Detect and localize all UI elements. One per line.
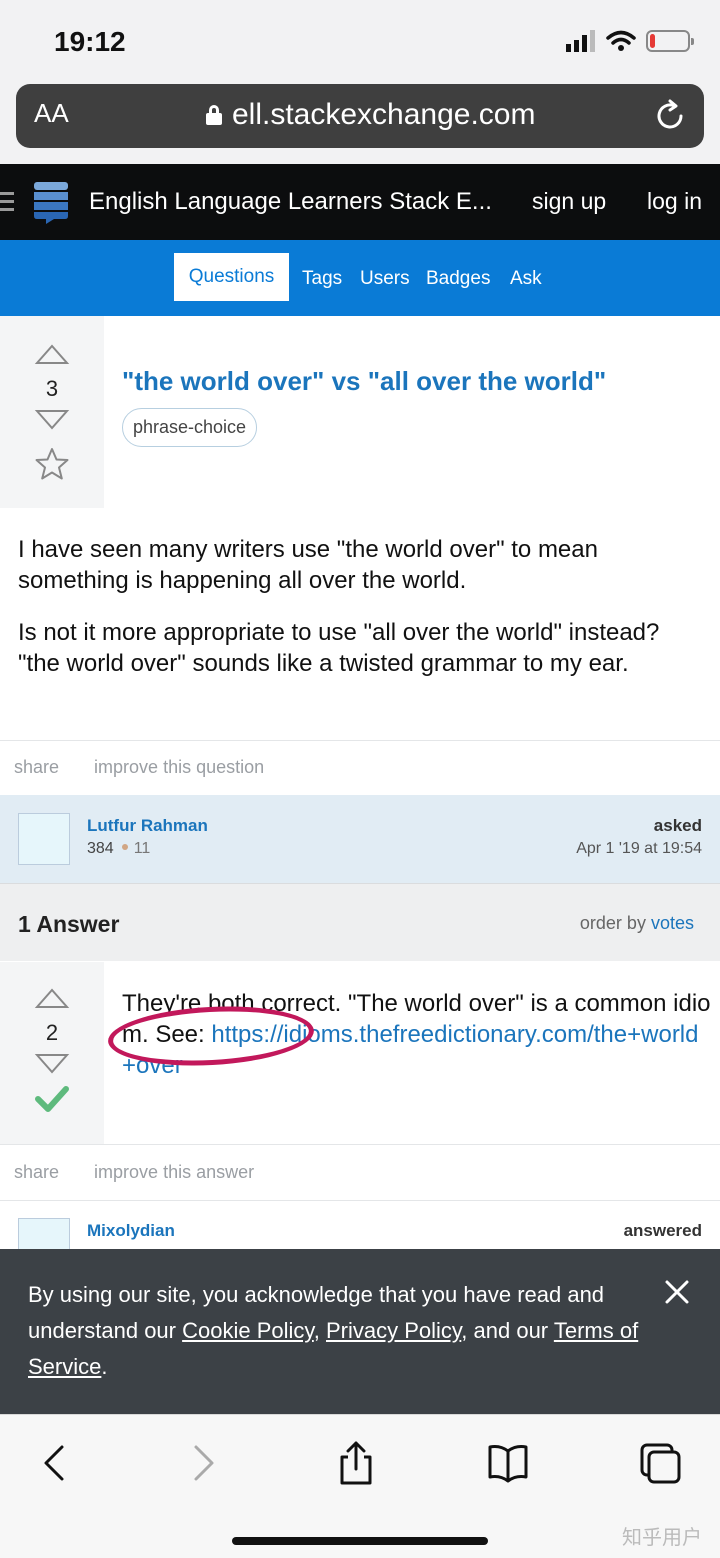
answer-vote-column: 2 <box>0 962 104 1144</box>
answer-vote-count: 2 <box>45 1020 59 1045</box>
divider <box>0 1200 720 1201</box>
address-bar-area: AA ell.stackexchange.com <box>0 82 720 164</box>
asker-card: Lutfur Rahman 384 11 asked Apr 1 '19 at 1… <box>0 795 720 883</box>
sign-up-link[interactable]: sign up <box>532 188 606 215</box>
question-vote-count: 3 <box>45 376 59 401</box>
browser-toolbar: 知乎用户 <box>0 1414 720 1558</box>
answered-label: answered <box>623 1221 702 1240</box>
cellular-signal-icon <box>566 30 595 52</box>
share-answer-link[interactable]: share <box>14 1162 59 1182</box>
answerer-card: Mixolydian answered <box>0 1202 720 1250</box>
question-vote-column: 3 <box>0 316 104 508</box>
order-by: order by votes <box>580 913 694 934</box>
asker-reputation: 384 11 <box>87 840 150 858</box>
status-icons <box>566 30 694 52</box>
forward-icon[interactable] <box>182 1441 226 1485</box>
url-field[interactable]: ell.stackexchange.com <box>206 98 536 132</box>
site-title[interactable]: English Language Learners Stack E... <box>89 188 492 216</box>
answer-actions: share improve this answer <box>14 1162 284 1183</box>
avatar[interactable] <box>18 1218 70 1250</box>
cookie-text: By using our site, you acknowledge that … <box>28 1277 648 1385</box>
question-paragraph: Is not it more appropriate to use "all o… <box>18 619 660 677</box>
asked-date: Apr 1 '19 at 19:54 <box>576 840 702 857</box>
home-indicator[interactable] <box>232 1537 488 1545</box>
avatar[interactable] <box>18 813 70 865</box>
downvote-icon[interactable] <box>34 1052 70 1076</box>
bookmarks-icon[interactable] <box>486 1441 530 1485</box>
order-by-label: order by <box>579 913 646 933</box>
asked-label: asked <box>653 816 702 835</box>
tab-badges[interactable]: Badges <box>426 268 490 290</box>
divider <box>0 740 720 741</box>
tab-tags[interactable]: Tags <box>302 268 342 290</box>
downvote-icon[interactable] <box>34 408 70 432</box>
watermark-text: 知乎用户 <box>622 1527 702 1549</box>
tab-questions[interactable]: Questions <box>174 253 289 301</box>
upvote-icon[interactable] <box>34 342 70 366</box>
battery-level <box>650 34 655 48</box>
order-by-votes-link[interactable]: votes <box>651 913 694 933</box>
back-icon[interactable] <box>32 1441 76 1485</box>
accepted-checkmark-icon <box>35 1086 69 1112</box>
answerer-name[interactable]: Mixolydian <box>87 1221 175 1241</box>
share-icon[interactable] <box>334 1441 378 1485</box>
close-icon[interactable] <box>664 1279 690 1305</box>
question-actions: share improve this question <box>14 757 294 778</box>
upvote-icon[interactable] <box>34 986 70 1010</box>
cookie-policy-link[interactable]: Cookie Policy <box>182 1318 314 1343</box>
lock-icon <box>206 105 222 125</box>
divider <box>0 1144 720 1145</box>
question-paragraph: I have seen many writers use "the world … <box>18 536 598 594</box>
reputation-score: 384 <box>87 840 114 857</box>
cookie-text-sep: , and our <box>461 1318 554 1343</box>
bronze-badge-count: 11 <box>133 840 151 857</box>
improve-answer-link[interactable]: improve this answer <box>94 1162 254 1182</box>
answers-count: 1 Answer <box>18 911 120 937</box>
address-bar[interactable]: AA ell.stackexchange.com <box>16 84 704 148</box>
log-in-link[interactable]: log in <box>647 188 702 215</box>
tag-phrase-choice[interactable]: phrase-choice <box>122 408 258 447</box>
bronze-badge-icon <box>121 844 128 850</box>
improve-question-link[interactable]: improve this question <box>94 757 264 777</box>
question-body: I have seen many writers use "the world … <box>18 534 698 700</box>
tab-ask[interactable]: Ask <box>510 268 542 290</box>
status-time: 19:12 <box>54 26 126 57</box>
tabs-icon[interactable] <box>638 1441 682 1485</box>
asker-name[interactable]: Lutfur Rahman <box>87 816 208 836</box>
cookie-banner: By using our site, you acknowledge that … <box>0 1249 720 1414</box>
reload-icon[interactable] <box>650 96 690 136</box>
text-size-button[interactable]: AA <box>34 98 69 129</box>
site-logo-icon[interactable] <box>32 182 70 224</box>
share-question-link[interactable]: share <box>14 757 59 777</box>
favorite-star-icon[interactable] <box>34 446 70 482</box>
wifi-icon <box>606 30 636 51</box>
menu-icon[interactable] <box>0 192 14 216</box>
status-bar: 19:12 <box>0 0 720 82</box>
question-title[interactable]: "the world over" vs "all over the world" <box>122 366 606 397</box>
cookie-text-sep: , <box>313 1318 326 1343</box>
answers-header: 1 Answer order by votes <box>0 883 720 961</box>
url-text: ell.stackexchange.com <box>232 98 536 131</box>
battery-icon <box>646 30 694 52</box>
main-nav: Questions Tags Users Badges Ask <box>0 240 720 316</box>
cookie-text-end: . <box>101 1354 108 1379</box>
site-header: English Language Learners Stack E... sig… <box>0 164 720 240</box>
privacy-policy-link[interactable]: Privacy Policy <box>326 1318 461 1343</box>
tab-users[interactable]: Users <box>360 268 410 290</box>
